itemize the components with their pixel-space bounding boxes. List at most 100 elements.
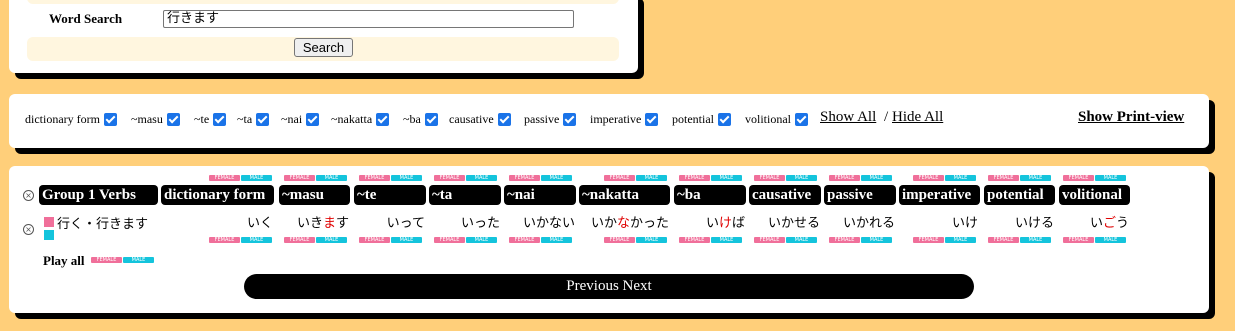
female-audio-button[interactable]: FEMALE: [913, 237, 944, 243]
male-audio-button[interactable]: MALE: [636, 237, 667, 243]
filter-passive[interactable]: passive: [524, 112, 577, 126]
audio-badges: FEMALE MALE: [1063, 237, 1126, 243]
female-audio-button[interactable]: FEMALE: [829, 237, 860, 243]
filter-ba[interactable]: ~ba: [403, 112, 438, 126]
male-audio-button[interactable]: MALE: [711, 175, 742, 181]
female-audio-button[interactable]: FEMALE: [604, 175, 635, 181]
hide-all-link[interactable]: Hide All: [892, 109, 943, 126]
checkbox-checked-icon[interactable]: [256, 112, 270, 126]
word-search-label: Word Search: [49, 11, 123, 26]
checkbox-checked-icon[interactable]: [718, 112, 731, 126]
male-audio-button[interactable]: MALE: [541, 237, 572, 243]
checkbox-checked-icon[interactable]: [103, 112, 117, 126]
filter-volitional[interactable]: volitional: [745, 112, 808, 126]
male-audio-button[interactable]: MALE: [1020, 175, 1051, 181]
female-audio-button[interactable]: FEMALE: [988, 237, 1019, 243]
male-audio-button[interactable]: MALE: [1020, 237, 1051, 243]
audio-badges: FEMALE MALE: [988, 175, 1051, 181]
female-audio-button[interactable]: FEMALE: [434, 237, 465, 243]
form-passive: いかれる: [842, 216, 895, 231]
checkbox-checked-icon[interactable]: [306, 112, 320, 126]
checkbox-checked-icon[interactable]: [645, 112, 659, 126]
male-audio-button[interactable]: MALE: [391, 175, 422, 181]
male-audio-button[interactable]: MALE: [241, 175, 272, 181]
male-audio-button[interactable]: MALE: [316, 175, 347, 181]
male-audio-button[interactable]: MALE: [945, 237, 976, 243]
female-audio-button[interactable]: FEMALE: [509, 237, 540, 243]
filter-potential[interactable]: potential: [672, 112, 731, 126]
filter-label: ~masu: [131, 112, 163, 126]
male-audio-button[interactable]: MALE: [466, 237, 497, 243]
female-audio-button[interactable]: FEMALE: [91, 257, 122, 263]
female-audio-button[interactable]: FEMALE: [1063, 237, 1094, 243]
female-audio-button[interactable]: FEMALE: [284, 175, 315, 181]
female-audio-button[interactable]: FEMALE: [509, 175, 540, 181]
male-audio-button[interactable]: MALE: [786, 175, 817, 181]
show-all-link[interactable]: Show All: [820, 109, 876, 126]
audio-badges: FEMALE MALE: [679, 237, 742, 243]
filter-dictionary-form[interactable]: dictionary form: [25, 112, 117, 126]
male-audio-button[interactable]: MALE: [466, 175, 497, 181]
filter-masu[interactable]: ~masu: [131, 112, 180, 126]
filter-te[interactable]: ~te: [194, 112, 227, 126]
show-print-view-link[interactable]: Show Print-view: [1078, 109, 1184, 126]
female-audio-button[interactable]: FEMALE: [754, 175, 785, 181]
header-volitional: volitional: [1059, 185, 1130, 205]
female-audio-button[interactable]: FEMALE: [1063, 175, 1094, 181]
male-audio-button[interactable]: MALE: [636, 175, 667, 181]
checkbox-checked-icon[interactable]: [563, 112, 577, 126]
male-audio-button[interactable]: MALE: [786, 237, 817, 243]
filter-label: ~ba: [403, 112, 421, 126]
male-audio-button[interactable]: MALE: [123, 257, 154, 263]
form-potential: いける: [1014, 216, 1054, 231]
female-audio-button[interactable]: FEMALE: [988, 175, 1019, 181]
male-audio-button[interactable]: MALE: [945, 175, 976, 181]
male-audio-button[interactable]: MALE: [861, 237, 892, 243]
close-icon[interactable]: ×: [23, 190, 34, 201]
search-button[interactable]: Search: [294, 38, 353, 57]
male-audio-button[interactable]: MALE: [316, 237, 347, 243]
female-audio-button[interactable]: FEMALE: [359, 175, 390, 181]
filter-nai[interactable]: ~nai: [281, 112, 320, 126]
female-audio-button[interactable]: FEMALE: [434, 175, 465, 181]
audio-badges: FEMALE MALE: [434, 175, 497, 181]
female-audio-button[interactable]: FEMALE: [604, 237, 635, 243]
female-audio-button[interactable]: FEMALE: [679, 237, 710, 243]
form-ba: いけば: [705, 216, 745, 231]
female-audio-button[interactable]: FEMALE: [284, 237, 315, 243]
filter-nakatta[interactable]: ~nakatta: [331, 112, 390, 126]
filter-label: potential: [672, 112, 714, 126]
form-dictionary: いく: [246, 216, 273, 231]
male-audio-button[interactable]: MALE: [391, 237, 422, 243]
header-imperative: imperative: [899, 185, 980, 205]
female-audio-button[interactable]: FEMALE: [913, 175, 944, 181]
checkbox-checked-icon[interactable]: [213, 112, 227, 126]
male-audio-button[interactable]: MALE: [541, 175, 572, 181]
filter-causative[interactable]: causative: [449, 112, 511, 126]
female-audio-button[interactable]: FEMALE: [359, 237, 390, 243]
female-audio-button[interactable]: FEMALE: [679, 175, 710, 181]
filter-ta[interactable]: ~ta: [237, 112, 270, 126]
checkbox-checked-icon[interactable]: [166, 112, 180, 126]
filter-label: volitional: [745, 112, 791, 126]
previous-next-button[interactable]: Previous Next: [244, 274, 974, 299]
female-audio-button[interactable]: FEMALE: [829, 175, 860, 181]
male-color-square: [44, 230, 54, 240]
male-audio-button[interactable]: MALE: [1095, 237, 1126, 243]
female-audio-button[interactable]: FEMALE: [209, 175, 240, 181]
header-potential: potential: [984, 185, 1055, 205]
close-icon[interactable]: ×: [23, 224, 34, 235]
audio-badges: FEMALE MALE: [754, 237, 817, 243]
filter-imperative[interactable]: imperative: [590, 112, 659, 126]
male-audio-button[interactable]: MALE: [1095, 175, 1126, 181]
checkbox-checked-icon[interactable]: [795, 112, 808, 126]
checkbox-checked-icon[interactable]: [497, 112, 511, 126]
female-audio-button[interactable]: FEMALE: [209, 237, 240, 243]
male-audio-button[interactable]: MALE: [861, 175, 892, 181]
female-audio-button[interactable]: FEMALE: [754, 237, 785, 243]
male-audio-button[interactable]: MALE: [241, 237, 272, 243]
male-audio-button[interactable]: MALE: [711, 237, 742, 243]
checkbox-checked-icon[interactable]: [376, 112, 390, 126]
checkbox-checked-icon[interactable]: [424, 112, 438, 126]
word-search-input[interactable]: 行きます: [163, 10, 574, 28]
